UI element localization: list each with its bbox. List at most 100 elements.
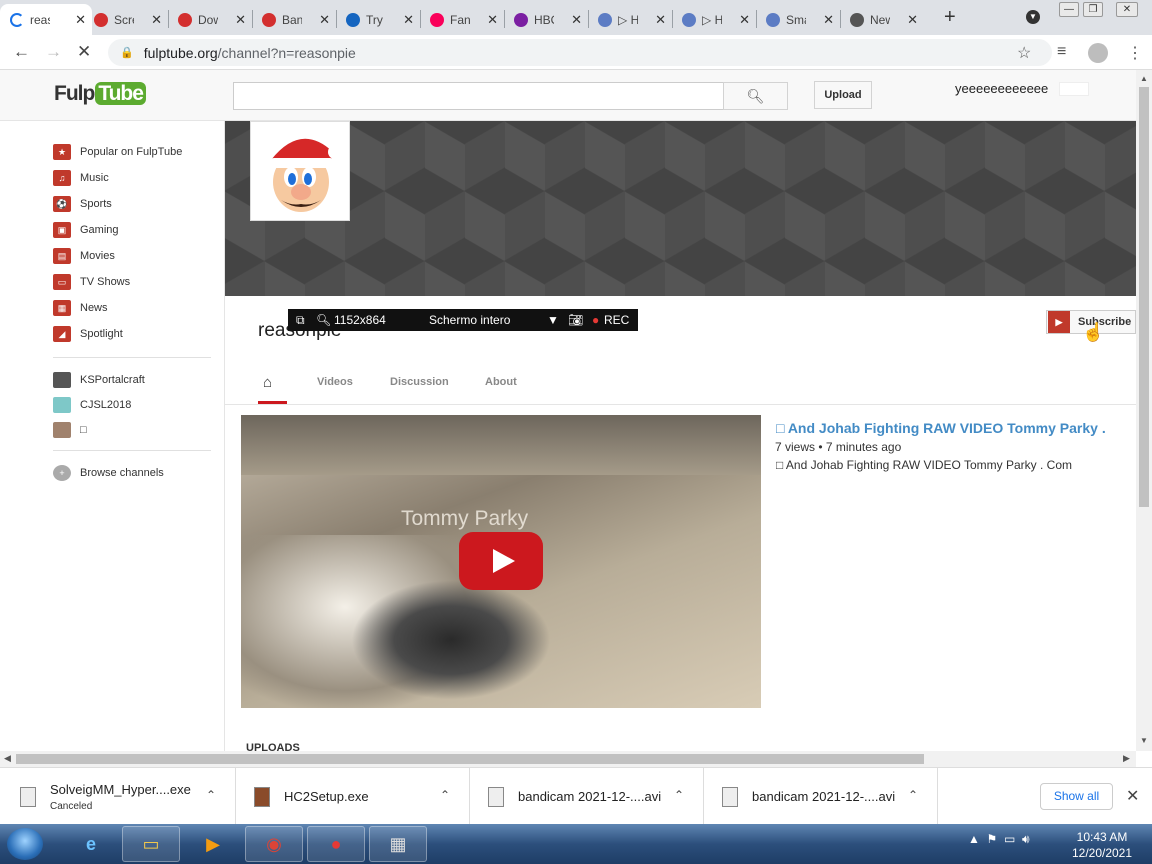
subscription-item[interactable]: KSPortalcraft	[53, 371, 145, 389]
start-button[interactable]	[7, 828, 43, 860]
browser-tab[interactable]: HBO ✕	[504, 4, 588, 35]
browse-channels-link[interactable]: + Browse channels	[53, 464, 164, 482]
file-explorer-icon[interactable]: ▭	[122, 826, 180, 862]
browser-tab[interactable]: Sma ✕	[756, 4, 840, 35]
close-tab-icon[interactable]: ✕	[567, 12, 582, 28]
chevron-up-icon[interactable]: ⌃	[674, 788, 684, 802]
download-item[interactable]: bandicam 2021-12-....avi ⌃	[704, 768, 938, 825]
upload-button[interactable]: Upload	[814, 81, 872, 109]
close-tab-icon[interactable]: ✕	[147, 12, 162, 28]
download-item[interactable]: SolveigMM_Hyper....exe Canceled ⌃	[0, 768, 236, 825]
close-tab-icon[interactable]: ✕	[399, 12, 414, 28]
stop-loading-button[interactable]: ✕	[77, 42, 91, 62]
minimize-button[interactable]: —	[1059, 2, 1079, 17]
featured-video-title[interactable]: □ And Johab Fighting RAW VIDEO Tommy Par…	[776, 420, 1106, 436]
show-all-downloads-button[interactable]: Show all	[1040, 783, 1113, 810]
featured-video-meta: 7 views • 7 minutes ago	[775, 440, 902, 454]
user-menu-toggle[interactable]	[1059, 82, 1089, 96]
scroll-left-icon[interactable]: ◀	[4, 753, 11, 764]
horizontal-scrollbar[interactable]: ◀ ▶	[0, 751, 1136, 767]
chevron-up-icon[interactable]: ⌃	[206, 788, 216, 802]
back-button[interactable]: ←	[13, 42, 30, 62]
media-player-icon[interactable]: ▶	[184, 826, 242, 862]
browser-tab[interactable]: Fandom ✕	[420, 4, 504, 35]
sidebar-item[interactable]: ⚽ Sports	[53, 195, 112, 213]
featured-video-player[interactable]: Tommy Parky	[241, 415, 761, 708]
username-label[interactable]: yeeeeeeeeeeee	[955, 81, 1048, 96]
close-tab-icon[interactable]: ✕	[903, 12, 918, 28]
internet-explorer-icon[interactable]: e	[62, 826, 120, 862]
sidebar-item[interactable]: ▭ TV Shows	[53, 273, 130, 291]
close-tab-icon[interactable]: ✕	[315, 12, 330, 28]
system-tray-icons[interactable]: ▲ ⚑ ▭ 🔊︎	[968, 832, 1030, 847]
bookmark-star-icon[interactable]: ☆	[1017, 43, 1031, 63]
subscription-item[interactable]: □	[53, 421, 87, 439]
forward-button[interactable]: →	[45, 42, 62, 62]
fulptube-logo[interactable]: Fulp Tube	[54, 82, 146, 106]
sidebar-item[interactable]: ♫ Music	[53, 169, 109, 187]
vertical-scrollbar[interactable]: ▲ ▼	[1136, 70, 1152, 751]
rec-button[interactable]: REC	[604, 313, 629, 327]
browser-tab[interactable]: New ✕	[840, 4, 924, 35]
close-window-button[interactable]: ✕	[1116, 2, 1138, 17]
browser-tab[interactable]: Bandicam ✕	[252, 4, 336, 35]
scroll-down-icon[interactable]: ▼	[1140, 736, 1148, 745]
close-tab-icon[interactable]: ✕	[651, 12, 666, 28]
close-tab-icon[interactable]: ✕	[735, 12, 750, 28]
video-watermark-text: Tommy Parky	[401, 507, 529, 530]
browser-tab[interactable]: reasonpie✕	[0, 4, 92, 35]
chevron-up-icon[interactable]: ⌃	[440, 788, 450, 802]
tab-discussion[interactable]: Discussion	[390, 376, 449, 388]
globe-icon	[682, 12, 696, 27]
sidebar-item[interactable]: ◢ Spotlight	[53, 325, 123, 343]
restore-button[interactable]: ❐	[1083, 2, 1103, 17]
scroll-up-icon[interactable]: ▲	[1140, 74, 1148, 83]
installer-icon[interactable]: ▦	[369, 826, 427, 862]
sidebar-item[interactable]: ▤ Movies	[53, 247, 115, 265]
magnifier-icon[interactable]: 🔍︎	[316, 313, 331, 327]
home-tab-icon[interactable]: ⌂	[263, 374, 272, 391]
browser-tab[interactable]: ▷ H ✕	[588, 4, 672, 35]
new-tab-button[interactable]: +	[944, 6, 956, 29]
scroll-right-icon[interactable]: ▶	[1123, 753, 1130, 764]
site-search-input[interactable]	[233, 82, 724, 110]
channel-avatar[interactable]	[250, 121, 350, 221]
lock-icon[interactable]: 🔒	[120, 46, 134, 59]
download-item[interactable]: HC2Setup.exe ⌃	[236, 768, 470, 825]
screen-recorder-overlay[interactable]: ⧉ 🔍︎ 1152x864 Schermo intero ▼ 📷︎ ● REC	[288, 309, 638, 331]
dropdown-arrow-icon[interactable]: ▼	[547, 313, 559, 327]
tab-videos[interactable]: Videos	[317, 376, 353, 388]
download-item[interactable]: bandicam 2021-12-....avi ⌃	[470, 768, 704, 825]
bandicam-icon[interactable]: ●	[307, 826, 365, 862]
search-button[interactable]: 🔍︎	[723, 82, 788, 110]
close-tab-icon[interactable]: ✕	[819, 12, 834, 28]
loading-spinner-icon	[10, 12, 24, 27]
profile-avatar[interactable]	[1088, 43, 1108, 63]
browser-tab[interactable]: ▷ H ✕	[672, 4, 756, 35]
address-bar[interactable]: 🔒 fulptube.org/channel?n=reasonpie	[108, 39, 1052, 66]
browser-tab[interactable]: Download ✕	[168, 4, 252, 35]
sidebar-item[interactable]: ▣ Gaming	[53, 221, 119, 239]
horizontal-scroll-thumb[interactable]	[16, 754, 924, 764]
window-mode-icon[interactable]: ⧉	[296, 313, 305, 328]
close-tab-icon[interactable]: ✕	[231, 12, 246, 28]
subscription-item[interactable]: CJSL2018	[53, 396, 131, 414]
menu-kebab-icon[interactable]: ⋮	[1127, 43, 1143, 63]
taskbar-clock[interactable]: 10:43 AM 12/20/2021	[1068, 829, 1136, 861]
chrome-icon[interactable]: ◉	[245, 826, 303, 862]
vertical-scroll-thumb[interactable]	[1139, 87, 1149, 507]
play-button-icon[interactable]	[459, 532, 543, 590]
camera-icon[interactable]: 📷︎	[568, 313, 583, 327]
tab-search-icon[interactable]: ▼	[1026, 10, 1040, 24]
tab-about[interactable]: About	[485, 376, 517, 388]
sidebar-item[interactable]: ▦ News	[53, 299, 108, 317]
chevron-up-icon[interactable]: ⌃	[908, 788, 918, 802]
browser-tab[interactable]: Try ✕	[336, 4, 420, 35]
media-queue-icon[interactable]: ≡	[1057, 43, 1066, 61]
sidebar-item[interactable]: ★ Popular on FulpTube	[53, 143, 182, 161]
close-shelf-icon[interactable]: ✕	[1126, 786, 1139, 806]
recorder-mode[interactable]: Schermo intero	[429, 313, 510, 327]
browser-tab-strip: reasonpie✕Screen✕Download✕Bandicam✕Try✕F…	[0, 0, 1152, 35]
close-tab-icon[interactable]: ✕	[483, 12, 498, 28]
browser-tab[interactable]: Screen ✕	[84, 4, 168, 35]
